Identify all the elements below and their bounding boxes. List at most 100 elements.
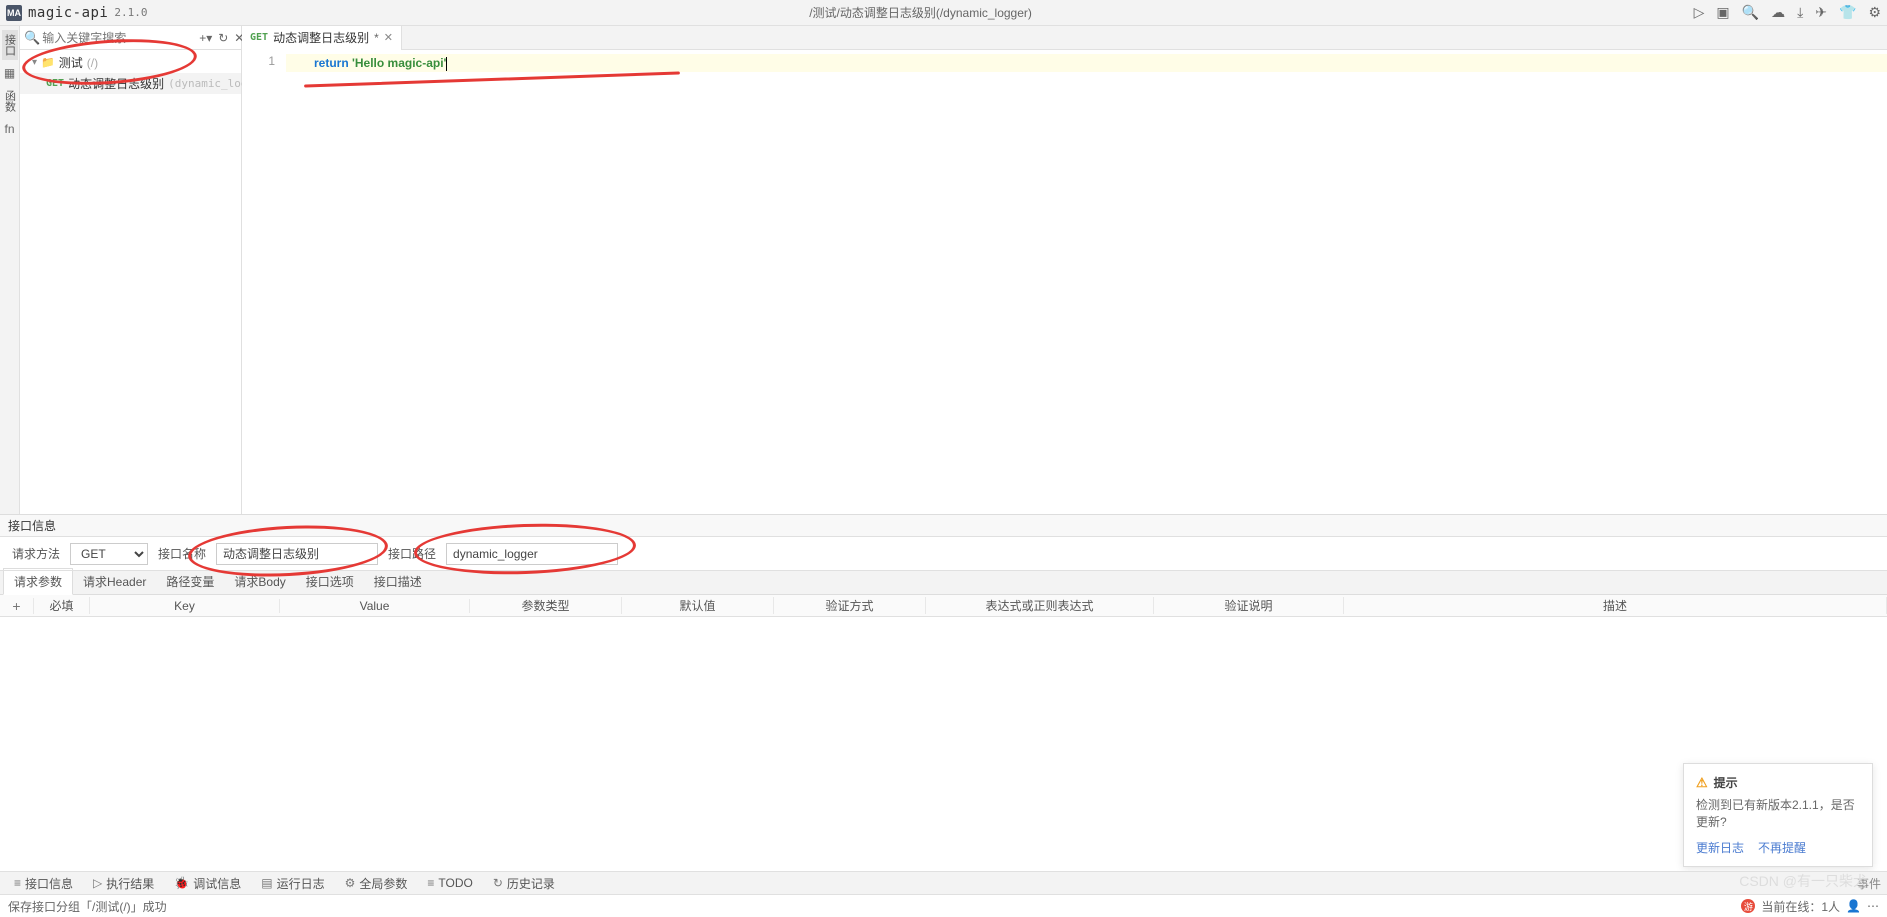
col-default: 默认值 bbox=[622, 597, 774, 614]
notification-title: 提示 bbox=[1714, 774, 1738, 791]
list-icon: ≡ bbox=[427, 876, 434, 890]
panel-title: 接口信息 bbox=[0, 515, 1887, 537]
col-validate-desc: 验证说明 bbox=[1154, 597, 1344, 614]
warning-icon: ⚠ bbox=[1696, 775, 1708, 791]
log-icon: ▤ bbox=[261, 876, 272, 890]
ptab-options[interactable]: 接口选项 bbox=[296, 569, 364, 594]
rail-tab-api[interactable]: 接口 bbox=[2, 30, 18, 60]
tree-folder[interactable]: ▾ 📁 测试 (/) bbox=[20, 52, 241, 73]
editor-tab[interactable]: GET 动态调整日志级别 * ✕ bbox=[242, 26, 402, 50]
col-desc: 描述 bbox=[1344, 597, 1887, 614]
dirty-indicator: * bbox=[374, 31, 379, 45]
folder-path: (/) bbox=[87, 56, 98, 70]
sidebar: 🔍 +▾ ↻ ✕ ⇅ ⊙ ⊟ ▾ 📁 测试 (/) GET 动态调整日志级别 (… bbox=[20, 26, 242, 514]
status-bar: 保存接口分组「/测试(/)」成功 游 当前在线：1人 👤 ⋯ bbox=[0, 895, 1887, 917]
status-message: 保存接口分组「/测试(/)」成功 bbox=[8, 898, 167, 915]
main-content: 接口 ▦ 函数 fn 🔍 +▾ ↻ ✕ ⇅ ⊙ ⊟ ▾ 📁 测试 (/) bbox=[0, 26, 1887, 514]
param-table-header: + 必填 Key Value 参数类型 默认值 验证方式 表达式或正则表达式 验… bbox=[0, 595, 1887, 617]
history-icon: ↻ bbox=[493, 876, 503, 890]
line-number: 1 bbox=[242, 54, 275, 68]
app-header: MA magic-api 2.1.0 /测试/动态调整日志级别(/dynamic… bbox=[0, 0, 1887, 26]
app-version: 2.1.0 bbox=[114, 6, 147, 19]
app-name: magic-api bbox=[28, 5, 108, 21]
send-icon[interactable]: ✈ bbox=[1815, 4, 1827, 21]
events-label[interactable]: 事件 bbox=[1857, 875, 1881, 892]
left-rail: 接口 ▦ 函数 fn bbox=[0, 26, 20, 514]
method-select[interactable]: GET bbox=[70, 543, 148, 565]
ptab-body[interactable]: 请求Body bbox=[224, 569, 295, 594]
col-type: 参数类型 bbox=[470, 597, 622, 614]
path-label: 接口路径 bbox=[388, 545, 436, 562]
http-method-badge: GET bbox=[250, 32, 268, 43]
ptab-pathvar[interactable]: 路径变量 bbox=[156, 569, 224, 594]
col-required: 必填 bbox=[34, 597, 90, 614]
add-param-icon[interactable]: + bbox=[0, 598, 34, 614]
bb-runlog[interactable]: ▤运行日志 bbox=[253, 875, 332, 892]
notification-body: 检测到已有新版本2.1.1，是否更新? bbox=[1696, 797, 1860, 831]
bb-debug[interactable]: 🐞调试信息 bbox=[166, 875, 249, 892]
col-key: Key bbox=[90, 599, 280, 613]
bb-history[interactable]: ↻历史记录 bbox=[485, 875, 563, 892]
cloud-down-icon[interactable]: ⤓ bbox=[1797, 4, 1803, 21]
dismiss-link[interactable]: 不再提醒 bbox=[1758, 839, 1806, 856]
col-expression: 表达式或正则表达式 bbox=[926, 597, 1154, 614]
play-icon: ▷ bbox=[93, 876, 102, 890]
bottom-bar: ≡接口信息 ▷执行结果 🐞调试信息 ▤运行日志 ⚙全局参数 ≡TODO ↻历史记… bbox=[0, 871, 1887, 895]
name-label: 接口名称 bbox=[158, 545, 206, 562]
cloud-up-icon[interactable]: ☁ bbox=[1771, 4, 1785, 21]
run-icon[interactable]: ▷ bbox=[1694, 4, 1705, 21]
ptab-desc[interactable]: 接口描述 bbox=[364, 569, 432, 594]
gear-icon: ⚙ bbox=[345, 876, 356, 890]
rail-icon-2[interactable]: fn bbox=[4, 118, 14, 140]
search-icon[interactable]: 🔍 bbox=[1742, 4, 1759, 21]
api-name: 动态调整日志级别 bbox=[68, 75, 164, 92]
rail-icon-1[interactable]: ▦ bbox=[4, 62, 15, 84]
tab-title: 动态调整日志级别 bbox=[273, 29, 369, 46]
code-editor[interactable]: 1 return 'Hello magic-api' bbox=[242, 50, 1887, 514]
bug-icon: 🐞 bbox=[174, 876, 189, 890]
path-input[interactable] bbox=[446, 543, 618, 565]
sidebar-search-bar: 🔍 +▾ ↻ ✕ ⇅ ⊙ ⊟ bbox=[20, 26, 241, 50]
online-status: 游 当前在线：1人 👤 ⋯ bbox=[1741, 898, 1879, 915]
gear-icon[interactable]: ⚙ bbox=[1868, 4, 1881, 21]
bottom-panel: 接口信息 请求方法 GET 接口名称 接口路径 请求参数 请求Header 路径… bbox=[0, 514, 1887, 737]
logo-icon: MA bbox=[6, 5, 22, 21]
user-icon[interactable]: 👤 bbox=[1846, 899, 1861, 913]
api-tree: ▾ 📁 测试 (/) GET 动态调整日志级别 (dynamic_logger) bbox=[20, 50, 241, 514]
line-gutter: 1 bbox=[242, 50, 286, 514]
bb-global[interactable]: ⚙全局参数 bbox=[337, 875, 416, 892]
close-tab-icon[interactable]: ✕ bbox=[384, 31, 393, 44]
code-content[interactable]: return 'Hello magic-api' bbox=[286, 50, 1887, 514]
refresh-icon[interactable]: ↻ bbox=[218, 31, 228, 45]
col-value: Value bbox=[280, 599, 470, 613]
folder-icon: 📁 bbox=[41, 56, 55, 69]
folder-name: 测试 bbox=[59, 54, 83, 71]
param-table-body bbox=[0, 617, 1887, 737]
editor-tabs: GET 动态调整日志级别 * ✕ bbox=[242, 26, 1887, 50]
method-label: 请求方法 bbox=[12, 545, 60, 562]
header-toolbar: ▷ ▣ 🔍 ☁ ⤓ ✈ 👕 ⚙ bbox=[1694, 4, 1881, 21]
more-icon[interactable]: ⋯ bbox=[1867, 899, 1879, 913]
bb-todo[interactable]: ≡TODO bbox=[419, 876, 480, 890]
param-tabs: 请求参数 请求Header 路径变量 请求Body 接口选项 接口描述 bbox=[0, 571, 1887, 595]
update-log-link[interactable]: 更新日志 bbox=[1696, 839, 1744, 856]
name-input[interactable] bbox=[216, 543, 378, 565]
bb-info[interactable]: ≡接口信息 bbox=[6, 875, 81, 892]
tree-api-item[interactable]: GET 动态调整日志级别 (dynamic_logger) bbox=[20, 73, 241, 94]
ptab-header[interactable]: 请求Header bbox=[73, 569, 156, 594]
code-line: return 'Hello magic-api' bbox=[286, 54, 1887, 72]
online-count: 当前在线：1人 bbox=[1761, 898, 1840, 915]
api-form-row: 请求方法 GET 接口名称 接口路径 bbox=[0, 537, 1887, 571]
shirt-icon[interactable]: 👕 bbox=[1839, 4, 1856, 21]
breadcrumb-path: /测试/动态调整日志级别(/dynamic_logger) bbox=[147, 4, 1693, 21]
search-input[interactable] bbox=[42, 31, 197, 45]
stop-icon[interactable]: ▣ bbox=[1716, 4, 1729, 21]
info-icon: ≡ bbox=[14, 876, 21, 890]
search-icon: 🔍 bbox=[24, 30, 40, 46]
editor-zone: GET 动态调整日志级别 * ✕ 1 return 'Hello magic-ap… bbox=[242, 26, 1887, 514]
bb-result[interactable]: ▷执行结果 bbox=[85, 875, 162, 892]
ptab-params[interactable]: 请求参数 bbox=[3, 568, 73, 595]
update-notification: ⚠ 提示 检测到已有新版本2.1.1，是否更新? 更新日志 不再提醒 bbox=[1683, 763, 1873, 867]
rail-tab-function[interactable]: 函数 bbox=[2, 86, 18, 116]
add-icon[interactable]: +▾ bbox=[199, 31, 212, 45]
